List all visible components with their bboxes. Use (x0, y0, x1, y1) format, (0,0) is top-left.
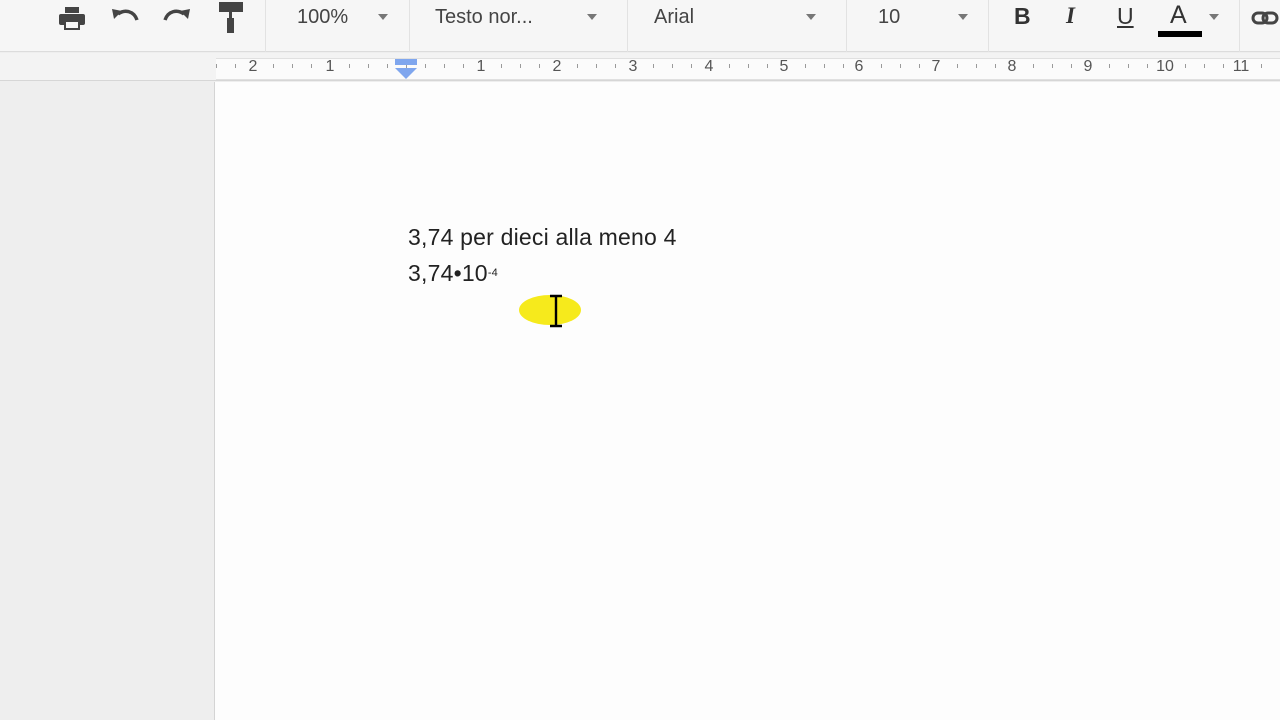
zoom-select[interactable]: 100% (266, 0, 396, 36)
ruler-number: 9 (1083, 58, 1093, 75)
ruler-tick (615, 64, 616, 68)
ruler-tick (444, 64, 445, 68)
indent-marker-icon[interactable] (394, 58, 418, 80)
ruler-tick (976, 64, 977, 68)
ruler-tick (1033, 64, 1034, 68)
document-line-2-exponent: -4 (487, 267, 498, 279)
chevron-down-icon (806, 14, 816, 20)
ruler-number: 8 (1007, 58, 1017, 75)
ruler-tick (425, 64, 426, 68)
text-cursor-icon (550, 294, 562, 328)
underline-button[interactable]: U (1117, 3, 1134, 30)
paragraph-style-select[interactable]: Testo nor... (410, 0, 625, 36)
ruler-tick (672, 64, 673, 68)
document-page[interactable] (214, 82, 1280, 720)
ruler-tick (368, 64, 369, 68)
undo-icon[interactable] (106, 0, 144, 36)
ruler-tick (748, 64, 749, 68)
document-line-2[interactable]: 3,74•10-4 (408, 260, 498, 287)
ruler-tick (539, 64, 540, 68)
ruler-tick (1147, 64, 1148, 68)
ruler-tick (1071, 64, 1072, 68)
ruler-tick (520, 64, 521, 68)
ruler-tick (729, 64, 730, 68)
document-line-2-base: 3,74•10 (408, 260, 488, 286)
ruler-tick (501, 64, 502, 68)
ruler-number: 3 (628, 58, 638, 75)
ruler-tick (995, 64, 996, 68)
print-icon[interactable] (54, 0, 90, 36)
ruler-tick (691, 64, 692, 68)
ruler-number: 11 (1232, 58, 1250, 75)
ruler-tick (216, 64, 217, 68)
ruler-tick (387, 64, 388, 68)
ruler-tick (235, 64, 236, 68)
chevron-down-icon (587, 14, 597, 20)
ruler-tick (1261, 64, 1262, 68)
ruler-tick (1223, 64, 1224, 68)
ruler-tick (919, 64, 920, 68)
ruler-tick (824, 64, 825, 68)
ruler-number: 4 (704, 58, 714, 75)
ruler-number: 7 (931, 58, 941, 75)
paragraph-style-value: Testo nor... (435, 6, 533, 28)
ruler-tick (1185, 64, 1186, 68)
toolbar-separator (988, 0, 989, 52)
ruler-tick (577, 64, 578, 68)
italic-button[interactable]: I (1066, 3, 1075, 29)
toolbar-separator (1239, 0, 1240, 52)
ruler-number: 2 (552, 58, 562, 75)
link-icon[interactable] (1248, 0, 1280, 36)
ruler-band (216, 58, 1280, 80)
ruler-tick (1128, 64, 1129, 68)
text-color-button[interactable]: A (1170, 1, 1187, 30)
ruler-tick (805, 64, 806, 68)
paint-format-icon[interactable] (214, 0, 248, 36)
ruler-tick (1204, 64, 1205, 68)
ruler-tick (881, 64, 882, 68)
ruler-tick (596, 64, 597, 68)
ruler-tick (463, 64, 464, 68)
ruler-number: 6 (854, 58, 864, 75)
chevron-down-icon[interactable] (1209, 14, 1219, 20)
ruler-number: 1 (476, 58, 486, 75)
ruler-tick (767, 64, 768, 68)
ruler-tick (843, 64, 844, 68)
ruler-tick (900, 64, 901, 68)
ruler-number: 10 (1156, 58, 1174, 75)
ruler-number: 5 (779, 58, 789, 75)
ruler-tick (349, 64, 350, 68)
ruler-number: 2 (248, 58, 258, 75)
ruler-tick (311, 64, 312, 68)
ruler-tick (292, 64, 293, 68)
zoom-value: 100% (297, 6, 349, 28)
ruler-number: 1 (325, 58, 335, 75)
document-line-1[interactable]: 3,74 per dieci alla meno 4 (408, 224, 677, 251)
chevron-down-icon (958, 14, 968, 20)
ruler-tick (273, 64, 274, 68)
font-value: Arial (654, 6, 695, 28)
ruler-tick (1052, 64, 1053, 68)
font-select[interactable]: Arial (628, 0, 844, 36)
bold-button[interactable]: B (1014, 3, 1031, 30)
chevron-down-icon (378, 14, 388, 20)
redo-icon[interactable] (158, 0, 196, 36)
ruler-tick (957, 64, 958, 68)
font-size-value: 10 (878, 6, 901, 28)
ruler-tick (653, 64, 654, 68)
text-color-swatch (1158, 31, 1202, 37)
toolbar: 100% Testo nor... Arial 10 B I U A (0, 0, 1280, 52)
font-size-select[interactable]: 10 (847, 0, 987, 36)
ruler-tick (1109, 64, 1110, 68)
